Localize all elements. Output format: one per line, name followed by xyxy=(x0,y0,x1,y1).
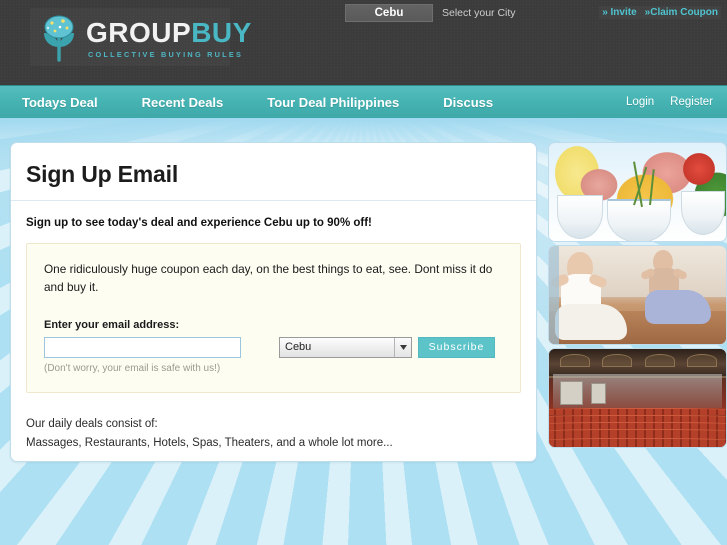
yoga-figure-legs xyxy=(555,304,627,340)
city-select-wrapper: Cebu xyxy=(279,336,412,358)
nav-item-discuss[interactable]: Discuss xyxy=(429,95,507,110)
signup-form: (Don't worry, your email is safe with us… xyxy=(44,336,503,374)
balcony-arch xyxy=(602,353,633,367)
nav-item-todays-deal[interactable]: Todays Deal xyxy=(8,95,112,110)
offer-box: One ridiculously huge coupon each day, o… xyxy=(26,243,521,393)
promo-image-food[interactable] xyxy=(548,142,727,242)
signup-subtitle: Sign up to see today's deal and experien… xyxy=(26,217,372,229)
promo-rail xyxy=(548,142,727,451)
promo-image-yoga[interactable] xyxy=(548,245,727,345)
page-title: Sign Up Email xyxy=(26,161,179,187)
food-illustration xyxy=(549,143,726,241)
yoga-edge-left xyxy=(549,246,559,344)
signup-panel: Sign Up Email Sign up to see today's dea… xyxy=(10,142,537,462)
tree-sprout-icon xyxy=(44,15,74,62)
nav-account-items: Login Register xyxy=(618,96,721,108)
logo-word-group: GROUP xyxy=(86,17,192,48)
nav-item-tour-deal-philippines[interactable]: Tour Deal Philippines xyxy=(253,95,413,110)
theater-seating xyxy=(549,386,726,447)
yoga-figure2-legs xyxy=(645,290,711,324)
email-privacy-note: (Don't worry, your email is safe with us… xyxy=(44,362,221,374)
nav-item-recent-deals[interactable]: Recent Deals xyxy=(128,95,238,110)
page-root: GROUPBUY COLLECTIVE BUYING RULES Cebu Se… xyxy=(0,0,727,545)
balcony-arch xyxy=(559,353,590,367)
bowl-left xyxy=(557,195,603,239)
nav-primary-items: Todays Deal Recent Deals Tour Deal Phili… xyxy=(8,95,523,110)
bowl-center xyxy=(607,199,671,241)
promo-image-theater[interactable] xyxy=(548,348,727,448)
yoga-illustration xyxy=(549,246,726,344)
email-input[interactable] xyxy=(44,336,241,358)
theater-illustration xyxy=(549,349,726,447)
site-header: GROUPBUY COLLECTIVE BUYING RULES Cebu Se… xyxy=(0,0,727,85)
subscribe-button[interactable]: Subscribe xyxy=(418,336,495,358)
email-field-label: Enter your email address: xyxy=(44,318,180,331)
logo-tagline: COLLECTIVE BUYING RULES xyxy=(88,50,244,59)
daily-deals-intro: Our daily deals consist of: xyxy=(26,417,158,430)
balcony-arch xyxy=(644,353,675,367)
balcony-arch xyxy=(687,353,718,367)
offer-description: One ridiculously huge coupon each day, o… xyxy=(44,262,493,295)
claim-coupon-link[interactable]: »Claim Coupon xyxy=(645,7,718,18)
header-utility-links: » Invite »Claim Coupon xyxy=(599,6,721,19)
site-logo[interactable]: GROUPBUY COLLECTIVE BUYING RULES xyxy=(36,14,252,62)
nav-item-register[interactable]: Register xyxy=(662,96,721,108)
bowl-right xyxy=(681,191,725,235)
main-navigation: Todays Deal Recent Deals Tour Deal Phili… xyxy=(0,85,727,118)
logo-wordmark: GROUPBUY xyxy=(86,19,252,47)
city-button[interactable]: Cebu xyxy=(345,4,433,22)
city-select[interactable]: Cebu xyxy=(279,336,412,358)
daily-deals-list: Massages, Restaurants, Hotels, Spas, The… xyxy=(26,436,393,449)
seat-row xyxy=(549,437,726,447)
select-city-label: Select your City xyxy=(442,7,516,19)
daily-deals-section: Our daily deals consist of: Massages, Re… xyxy=(11,393,536,453)
invite-link[interactable]: » Invite xyxy=(602,7,636,18)
logo-word-buy: BUY xyxy=(191,17,252,48)
email-column: (Don't worry, your email is safe with us… xyxy=(44,336,241,374)
nav-item-login[interactable]: Login xyxy=(618,96,662,108)
